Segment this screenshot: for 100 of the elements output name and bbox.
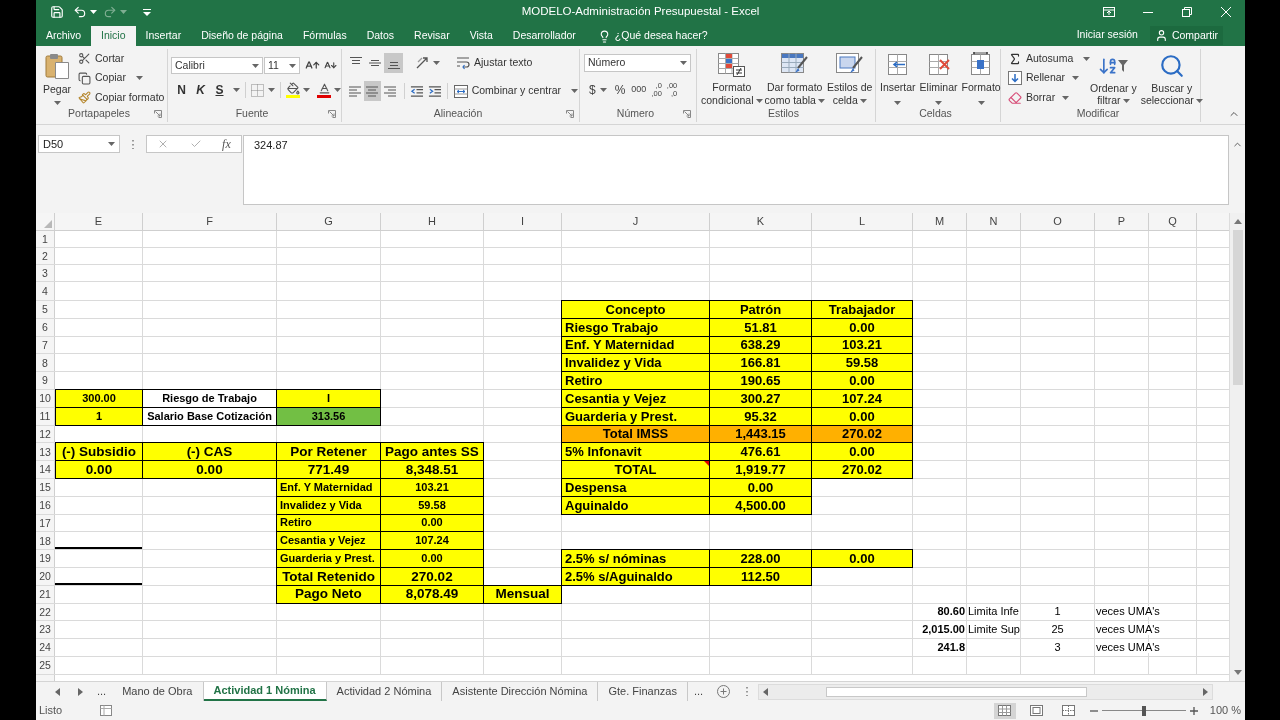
sort-filter-button[interactable]: Ordenar y filtrar — [1089, 49, 1138, 108]
spreadsheet-cell[interactable]: Retiro — [561, 372, 710, 390]
spreadsheet-cell[interactable]: 59.58 — [812, 354, 913, 373]
spreadsheet-cell[interactable]: Riesgo de Trabajo — [143, 389, 277, 408]
spreadsheet-cell[interactable]: 0.00 — [812, 549, 913, 568]
wrap-text-button[interactable]: Ajustar texto — [454, 53, 535, 73]
row-header[interactable]: 18 — [36, 532, 55, 550]
column-header[interactable]: P — [1095, 213, 1149, 230]
spreadsheet-cell[interactable]: Guarderia y Prest. — [276, 550, 381, 568]
underline-button[interactable]: S — [210, 81, 229, 99]
spreadsheet-cell[interactable]: TOTAL — [561, 461, 710, 479]
caret-icon[interactable] — [977, 100, 985, 105]
corner-arrow-icon[interactable] — [683, 110, 691, 118]
row-header[interactable]: 14 — [36, 461, 55, 478]
name-box[interactable]: D50 — [38, 135, 120, 153]
spreadsheet-cell[interactable]: Trabajador — [812, 300, 913, 319]
spreadsheet-cell[interactable]: Limite Sup — [968, 624, 1020, 636]
caret-icon[interactable] — [570, 89, 578, 93]
scrollbar-thumb[interactable] — [1232, 230, 1243, 385]
align-bottom-icon[interactable] — [384, 53, 403, 73]
more-sheets-button[interactable]: ... — [95, 682, 109, 701]
percent-button[interactable]: % — [614, 81, 626, 99]
spreadsheet-cell[interactable]: 771.49 — [277, 461, 381, 479]
paste-button[interactable]: Pegar — [41, 49, 73, 108]
italic-button[interactable]: K — [191, 81, 210, 99]
conditional-format-button[interactable]: Formato condicional — [700, 49, 764, 106]
zoom-level-button[interactable]: 100 % — [1209, 702, 1241, 719]
spreadsheet-cell[interactable]: 1 — [1054, 606, 1061, 618]
tell-me-field[interactable]: ¿Qué desea hacer? — [614, 28, 715, 44]
column-header[interactable]: F — [143, 213, 277, 230]
sheet-tab[interactable]: Actividad 1 Nómina — [203, 682, 327, 701]
spreadsheet-cell[interactable]: Cesantia y Vejez — [276, 532, 381, 551]
spreadsheet-cell[interactable]: 0.00 — [812, 443, 913, 462]
row-header[interactable]: 4 — [36, 282, 55, 300]
spreadsheet-cell[interactable]: Limita Infe — [968, 606, 1019, 618]
window-arrow-icon[interactable] — [1102, 7, 1115, 17]
insert-cells-button[interactable]: Insertar — [879, 49, 917, 106]
spreadsheet-cell[interactable]: 228.00 — [710, 549, 812, 568]
caret-icon[interactable] — [1072, 76, 1080, 81]
currency-button[interactable]: $ — [589, 81, 607, 99]
row-header[interactable]: 3 — [36, 265, 55, 281]
insert-function-button[interactable]: fx — [222, 135, 231, 153]
caret-icon[interactable] — [268, 88, 275, 92]
spreadsheet-cell[interactable]: veces UMA's — [1096, 642, 1160, 654]
undo-icon[interactable] — [73, 5, 87, 19]
zoom-slider-thumb[interactable] — [1141, 705, 1146, 716]
ribbon-tab[interactable]: Vista — [459, 26, 503, 46]
column-header[interactable]: G — [277, 213, 381, 230]
row-header[interactable]: 24 — [36, 639, 55, 656]
corner-arrow-icon[interactable] — [154, 110, 162, 118]
spreadsheet-cell[interactable]: 241.8 — [937, 642, 965, 654]
sign-in-link[interactable]: Iniciar sesión — [1072, 25, 1142, 45]
bold-button[interactable]: N — [172, 81, 191, 99]
cell-styles-button[interactable]: Estilos de celda — [825, 49, 874, 106]
caret-icon[interactable] — [135, 76, 143, 81]
spreadsheet-cell[interactable]: Invalidez y Vida — [561, 354, 710, 373]
caret-icon[interactable] — [233, 88, 240, 92]
ribbon-tab[interactable]: Insertar — [135, 26, 192, 46]
caret-icon[interactable] — [289, 63, 296, 68]
up-triangle-icon[interactable] — [1233, 219, 1242, 224]
spreadsheet-cell[interactable]: 2.5% s/ nóminas — [561, 549, 710, 568]
paint-bucket-icon[interactable] — [286, 82, 300, 98]
left-triangle-icon[interactable] — [55, 687, 60, 696]
caret-icon[interactable] — [755, 98, 763, 103]
spreadsheet-cell[interactable]: (-) CAS — [143, 442, 277, 462]
increase-indent-icon[interactable] — [427, 84, 442, 98]
caret-icon[interactable] — [1083, 56, 1091, 61]
spreadsheet-cell[interactable]: veces UMA's — [1096, 606, 1160, 618]
caret-icon[interactable] — [303, 88, 310, 92]
spreadsheet-cell[interactable]: Concepto — [561, 300, 710, 319]
spreadsheet-cell[interactable]: 8,348.51 — [381, 461, 484, 479]
cut-button[interactable]: Cortar — [76, 49, 167, 69]
spreadsheet-cell[interactable]: 25 — [1051, 624, 1064, 636]
caret-icon[interactable] — [599, 88, 607, 92]
caret-icon[interactable] — [53, 101, 61, 106]
diagonal-arrow-icon[interactable] — [415, 56, 431, 70]
check-icon[interactable] — [189, 138, 202, 150]
grid-view-icon[interactable] — [993, 702, 1016, 719]
spreadsheet-cell[interactable]: 0.00 — [143, 461, 277, 479]
spreadsheet-cell[interactable]: 190.65 — [710, 372, 812, 390]
plus-icon[interactable] — [1189, 706, 1198, 715]
merge-center-button[interactable]: Combinar y centrar — [452, 81, 579, 101]
spreadsheet-cell[interactable]: 166.81 — [710, 354, 812, 373]
spreadsheet-cell[interactable]: 0.00 — [812, 372, 913, 390]
caret-icon[interactable] — [334, 88, 341, 92]
caret-icon[interactable] — [1062, 95, 1070, 100]
right-triangle-icon[interactable] — [78, 687, 83, 696]
caret-icon[interactable] — [894, 100, 902, 105]
spreadsheet-cell[interactable]: 5% Infonavit — [561, 443, 710, 462]
column-header[interactable]: J — [562, 213, 710, 230]
row-header[interactable]: 8 — [36, 354, 55, 372]
corner-arrow-icon[interactable] — [328, 110, 336, 118]
row-header[interactable]: 2 — [36, 248, 55, 264]
format-table-button[interactable]: Dar formato como tabla — [763, 49, 826, 106]
spreadsheet-cell[interactable]: Por Retener — [277, 442, 381, 462]
spreadsheet-cell[interactable]: I — [277, 389, 381, 408]
more-sheets-button[interactable]: ... — [691, 682, 706, 701]
caret-icon[interactable] — [817, 98, 825, 103]
copy-button[interactable]: Copiar — [76, 68, 167, 88]
ribbon-tab[interactable]: Desarrollador — [502, 26, 586, 46]
